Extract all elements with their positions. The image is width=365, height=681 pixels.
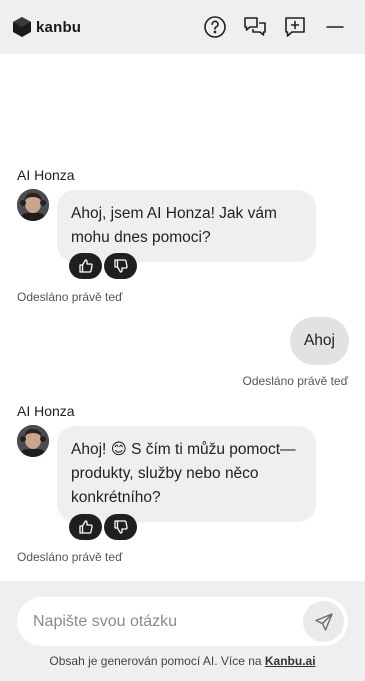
bot-message-bubble: Ahoj! 😊 S čím ti můžu pomoct—produkty, s… <box>57 426 316 522</box>
kanbu-logo-icon <box>13 17 31 37</box>
new-chat-button[interactable] <box>283 15 307 39</box>
thumbs-up-button[interactable] <box>69 253 102 279</box>
bot-avatar-image <box>17 189 49 221</box>
ai-disclaimer: Obsah je generován pomocí AI. Více na Ka… <box>0 654 365 668</box>
kanbu-link[interactable]: Kanbu.ai <box>265 654 316 668</box>
conversations-icon <box>244 17 266 36</box>
bot-avatar <box>17 189 49 221</box>
chat-footer: Obsah je generován pomocí AI. Více na Ka… <box>0 581 365 681</box>
help-icon <box>204 16 226 38</box>
chat-messages[interactable]: AI Honza Ahoj, jsem AI Honza! Jak vám mo… <box>0 54 365 581</box>
bot-message-bubble: Ahoj, jsem AI Honza! Jak vám mohu dnes p… <box>57 190 316 262</box>
thumbs-down-button[interactable] <box>104 514 137 540</box>
send-button[interactable] <box>303 601 344 642</box>
new-chat-icon <box>285 17 305 37</box>
composer <box>17 597 348 646</box>
thumbs-down-button[interactable] <box>104 253 137 279</box>
message-status: Odesláno právě teď <box>242 374 348 388</box>
thumbs-down-icon <box>113 259 128 273</box>
bot-avatar <box>17 425 49 457</box>
user-message-bubble: Ahoj <box>289 317 349 365</box>
brand-name: kanbu <box>36 18 82 36</box>
message-feedback <box>69 514 137 540</box>
thumbs-down-icon <box>113 520 128 534</box>
minimize-button[interactable] <box>323 15 347 39</box>
thumbs-up-icon <box>78 259 93 273</box>
send-icon <box>314 612 333 631</box>
disclaimer-text: Obsah je generován pomocí AI. Více na <box>49 654 265 668</box>
help-button[interactable] <box>203 15 227 39</box>
message-input[interactable] <box>33 612 293 631</box>
thumbs-up-icon <box>78 520 93 534</box>
message-feedback <box>69 253 137 279</box>
chat-header: kanbu <box>0 0 365 54</box>
brand-logo: kanbu <box>12 16 81 38</box>
message-status: Odesláno právě teď <box>17 290 123 304</box>
bot-avatar-image <box>17 425 49 457</box>
conversations-button[interactable] <box>243 15 267 39</box>
thumbs-up-button[interactable] <box>69 514 102 540</box>
message-sender: AI Honza <box>17 167 75 183</box>
minimize-icon <box>326 26 344 28</box>
message-sender: AI Honza <box>17 403 75 419</box>
message-status: Odesláno právě teď <box>17 550 123 564</box>
